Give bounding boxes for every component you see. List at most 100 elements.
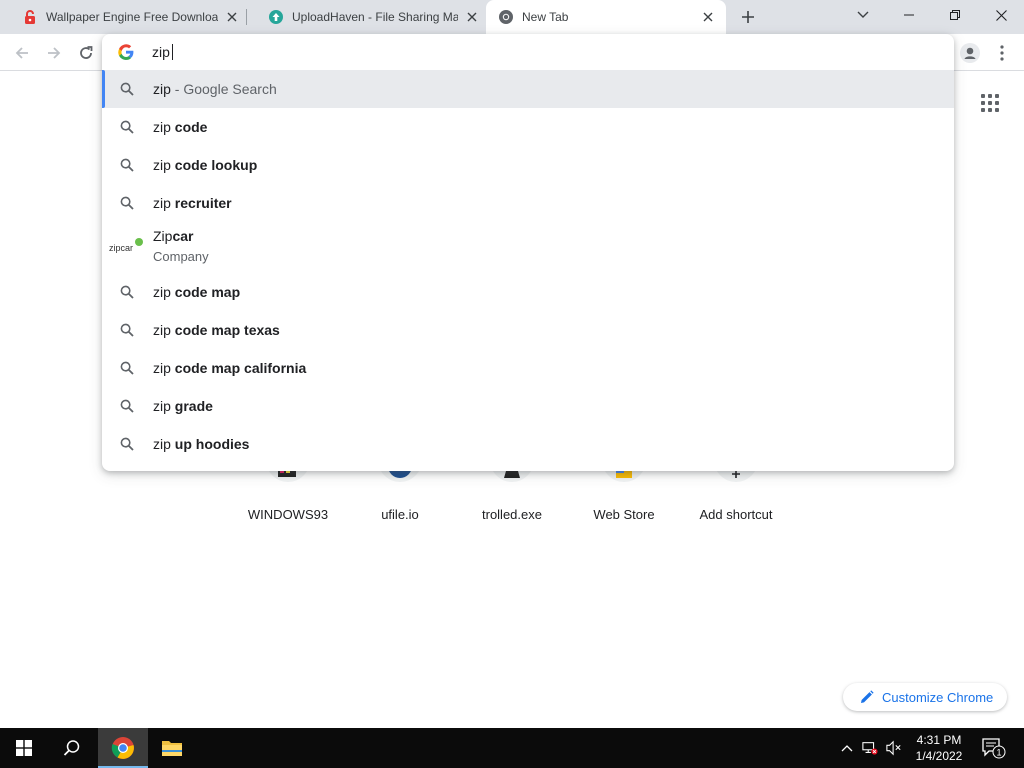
suggestion-item[interactable]: zip code lookup — [102, 146, 954, 184]
suggestion-text: zip - Google Search — [153, 81, 277, 97]
tab-title: UploadHaven - File Sharing Made — [292, 10, 458, 24]
search-icon — [120, 361, 134, 375]
suggestion-item[interactable]: zip grade — [102, 387, 954, 425]
close-tab-icon[interactable] — [224, 9, 240, 25]
plus-icon — [742, 11, 754, 23]
reload-icon — [80, 46, 93, 59]
search-icon — [120, 158, 134, 172]
forward-button[interactable] — [40, 39, 68, 67]
omnibox-dropdown: zip zip - Google Search zip code zip cod… — [102, 34, 954, 471]
google-g-icon — [118, 44, 134, 60]
search-icon — [120, 196, 134, 210]
more-vertical-icon — [1000, 45, 1004, 61]
reload-button[interactable] — [72, 39, 100, 67]
suggestion-item[interactable]: zip recruiter — [102, 184, 954, 222]
clock-time: 4:31 PM — [916, 733, 962, 747]
apps-grid-dot — [995, 108, 999, 112]
suggestion-text: zip code map california — [153, 360, 307, 376]
notification-count: 1 — [996, 748, 1001, 758]
taskbar-file-explorer-button[interactable] — [148, 728, 196, 768]
shortcut-label: WINDOWS93 — [247, 507, 329, 522]
restore-icon — [950, 10, 960, 20]
suggestion-text: zip up hoodies — [153, 436, 250, 452]
volume-button[interactable] — [886, 740, 902, 756]
tab-uploadhaven[interactable]: UploadHaven - File Sharing Made — [246, 0, 486, 34]
close-tab-icon[interactable] — [464, 9, 480, 25]
suggestion-item[interactable]: zip code — [102, 108, 954, 146]
suggestion-item[interactable]: zip up hoodies — [102, 425, 954, 463]
entity-suggestion-zipcar[interactable]: zipcar Zipcar Company — [102, 222, 954, 270]
tab-new-tab[interactable]: New Tab — [486, 0, 726, 34]
chevron-up-icon — [841, 745, 853, 752]
person-icon — [960, 43, 980, 63]
selection-indicator — [102, 70, 105, 108]
minimize-button[interactable] — [886, 0, 932, 30]
suggestion-text: zip grade — [153, 398, 213, 414]
search-icon — [120, 323, 134, 337]
tab-search-button[interactable] — [840, 0, 886, 30]
back-button[interactable] — [8, 39, 36, 67]
shortcut-label: ufile.io — [381, 507, 419, 522]
shortcut-label: Web Store — [593, 507, 655, 522]
search-icon — [120, 82, 134, 96]
shortcut-label: trolled.exe — [482, 507, 542, 522]
show-hidden-icons-button[interactable] — [839, 740, 855, 756]
close-window-button[interactable] — [978, 0, 1024, 30]
arrow-right-icon — [48, 47, 61, 59]
tab-title: Wallpaper Engine Free Download — [46, 10, 218, 24]
entity-name: Zipcar — [153, 228, 194, 244]
zipcar-logo-text: zipcar — [109, 243, 133, 253]
chrome-icon — [111, 737, 134, 759]
zipcar-logo-icon: zipcar — [109, 238, 143, 253]
suggestion-item[interactable]: zip code map — [102, 273, 954, 311]
search-icon — [120, 120, 134, 134]
folder-icon — [162, 741, 182, 756]
chrome-icon — [499, 10, 513, 24]
new-tab-button[interactable] — [736, 5, 760, 29]
search-icon — [63, 740, 80, 756]
action-center-button[interactable]: 1 — [980, 736, 1006, 760]
chrome-menu-button[interactable] — [990, 39, 1014, 67]
profile-button[interactable] — [956, 39, 984, 67]
clock-date: 1/4/2022 — [915, 749, 963, 763]
network-disconnected-icon — [862, 742, 878, 755]
system-clock[interactable]: 4:31 PM 1/4/2022 — [912, 732, 966, 764]
chevron-down-icon — [857, 11, 869, 18]
apps-grid-dot — [988, 94, 992, 98]
notification-icon: 1 — [982, 738, 1006, 759]
entity-subtitle: Company — [153, 249, 209, 264]
tab-wallpaper-engine[interactable]: Wallpaper Engine Free Download — [0, 0, 246, 34]
omnibox-value: zip — [152, 44, 170, 60]
suggestion-item[interactable]: zip code map california — [102, 349, 954, 387]
apps-grid-dot — [988, 108, 992, 112]
search-icon — [120, 437, 134, 451]
suggestion-item[interactable]: zip code map texas — [102, 311, 954, 349]
taskbar-chrome-button[interactable] — [98, 728, 148, 768]
tab-strip: Wallpaper Engine Free Download UploadHav… — [0, 0, 1024, 34]
text-caret — [171, 44, 173, 60]
customize-chrome-button[interactable]: Customize Chrome — [843, 683, 1007, 711]
minimize-icon — [904, 14, 914, 16]
close-tab-icon[interactable] — [700, 9, 716, 25]
start-button[interactable] — [0, 728, 48, 768]
apps-grid-dot — [981, 108, 985, 112]
taskbar: 4:31 PM 1/4/2022 1 — [0, 728, 1024, 768]
suggestion-text: zip code — [153, 119, 208, 135]
apps-grid-dot — [988, 101, 992, 105]
restore-button[interactable] — [932, 0, 978, 30]
network-status-button[interactable] — [862, 740, 878, 756]
suggestion-text: zip recruiter — [153, 195, 232, 211]
taskbar-search-button[interactable] — [48, 728, 96, 768]
search-icon — [120, 399, 134, 413]
omnibox-input[interactable]: zip — [152, 42, 173, 62]
arrow-left-icon — [15, 47, 28, 59]
apps-grid-dot — [981, 101, 985, 105]
address-bar[interactable]: zip — [102, 34, 954, 70]
apps-grid-dot — [995, 94, 999, 98]
suggestion-item[interactable]: zip - Google Search — [102, 70, 954, 108]
google-apps-button[interactable] — [978, 91, 1002, 115]
close-icon — [995, 9, 1007, 21]
suggestion-text: zip code map texas — [153, 322, 280, 338]
apps-grid-dot — [995, 101, 999, 105]
search-icon — [120, 285, 134, 299]
